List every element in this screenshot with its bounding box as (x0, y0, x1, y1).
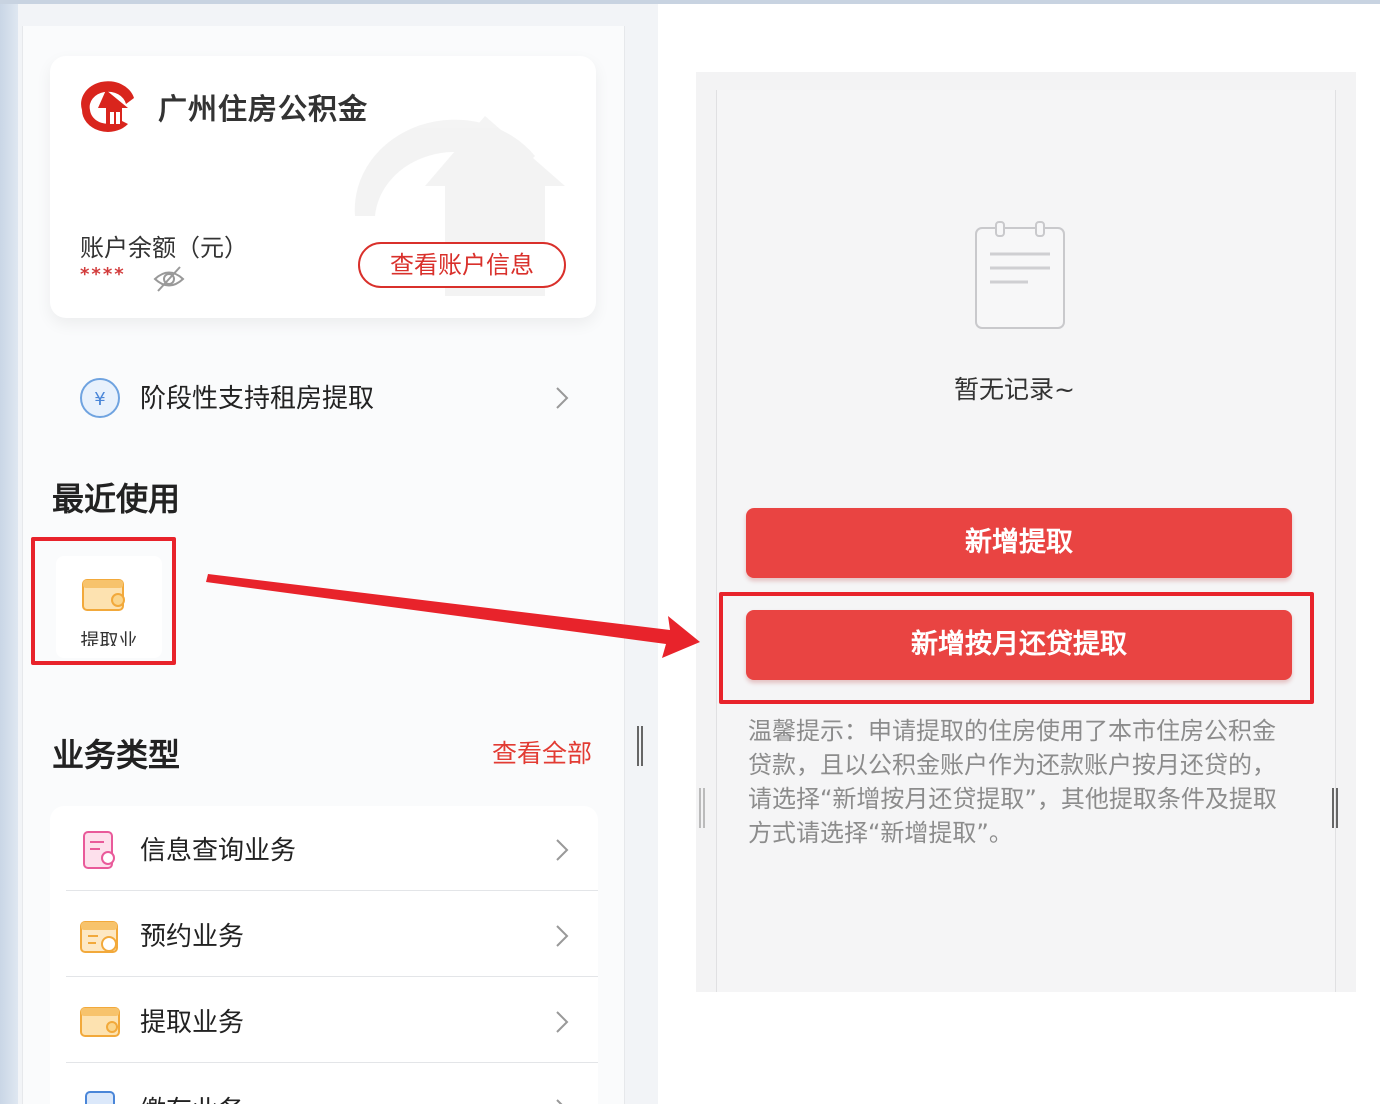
chevron-right-icon (556, 1011, 569, 1033)
view-account-button[interactable]: 查看账户信息 (358, 242, 566, 288)
divider (66, 890, 598, 891)
business-item-label: 缴存业务 (140, 1090, 244, 1104)
business-title: 业务类型 (52, 736, 181, 774)
business-item-info-query[interactable]: 信息查询业务 (50, 806, 598, 892)
business-item-withdrawal[interactable]: 提取业务 (50, 978, 598, 1064)
business-item-label: 信息查询业务 (140, 836, 297, 866)
chevron-right-icon (556, 387, 569, 409)
account-card: 广州住房公积金 账户余额（元） **** 查看账户信息 (50, 56, 596, 318)
tip-text: 温馨提示：申请提取的住房使用了本市住房公积金贷款，且以公积金账户作为还款账户按月… (748, 717, 1277, 847)
wallet-icon (80, 1007, 120, 1037)
view-all-link[interactable]: 查看全部 (492, 734, 592, 770)
highlight-box-recent (31, 537, 176, 665)
highlight-box-monthly-repay (719, 592, 1314, 704)
divider (66, 976, 598, 977)
red-arrow-annotation (206, 574, 700, 658)
chevron-right-icon (556, 1099, 563, 1104)
business-item-label: 预约业务 (140, 922, 245, 952)
empty-notepad-icon (975, 221, 1065, 329)
recent-title: 最近使用 (52, 480, 181, 518)
add-withdrawal-button[interactable]: 新增提取 (746, 508, 1292, 578)
brand-logo-icon (81, 81, 134, 132)
scroll-handle-left[interactable] (699, 788, 705, 828)
balance-label: 账户余额（元） (80, 234, 248, 262)
rent-support-item[interactable]: ¥ 阶段性支持租房提取 (50, 354, 598, 440)
business-item-appointment[interactable]: 预约业务 (50, 892, 598, 978)
eye-off-icon[interactable] (152, 264, 186, 294)
window-left-edge (0, 0, 18, 1104)
business-item-label: 提取业务 (140, 1008, 245, 1038)
scroll-handle[interactable] (637, 726, 643, 766)
chevron-right-icon (556, 925, 569, 947)
calendar-clock-icon (80, 921, 118, 953)
brand-name: 广州住房公积金 (158, 92, 369, 126)
yuan-coin-icon: ¥ (80, 378, 120, 418)
file-icon (85, 1091, 115, 1104)
empty-state-text: 暂无记录~ (954, 375, 1075, 404)
document-search-icon (83, 831, 115, 869)
rent-support-label: 阶段性支持租房提取 (140, 384, 375, 414)
business-item-deposit[interactable]: 缴存业务 (50, 1066, 598, 1104)
divider (66, 1062, 598, 1063)
balance-value: **** (80, 264, 126, 285)
svg-text:¥: ¥ (94, 389, 105, 410)
chevron-right-icon (556, 839, 569, 861)
scroll-handle-right[interactable] (1332, 788, 1338, 828)
